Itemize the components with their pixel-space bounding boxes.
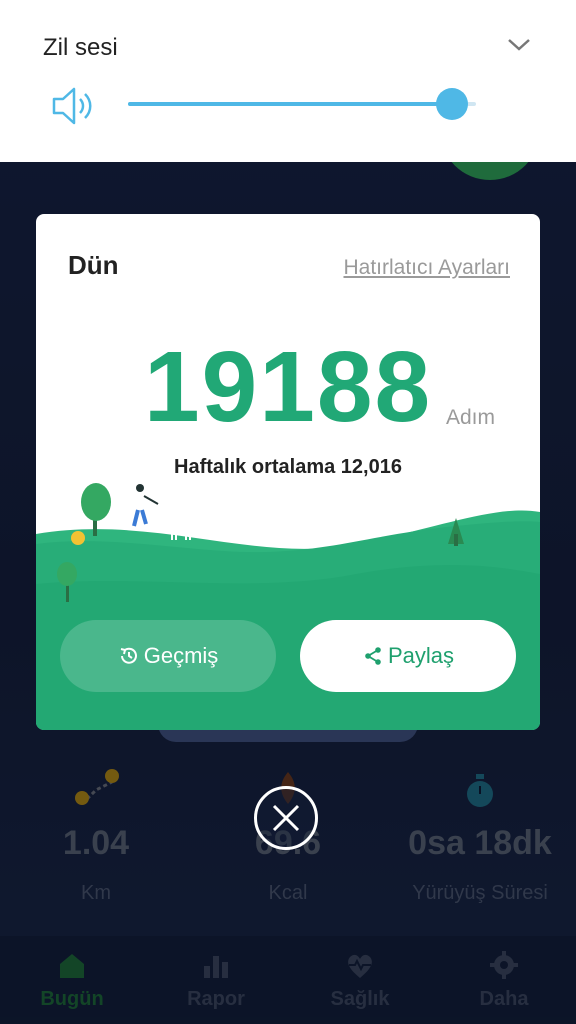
volume-slider-thumb[interactable] bbox=[435, 88, 468, 120]
history-button[interactable]: Geçmiş bbox=[60, 620, 276, 692]
close-icon bbox=[272, 804, 300, 832]
share-button-label: Paylaş bbox=[387, 643, 455, 668]
volume-panel: Zil sesi bbox=[0, 0, 576, 162]
step-unit: Adım bbox=[446, 406, 496, 429]
daily-summary-card: Dün Hatırlatıcı Ayarları 19188 Adım Haft… bbox=[36, 214, 540, 730]
volume-slider[interactable] bbox=[128, 88, 476, 120]
speaker-icon[interactable] bbox=[50, 84, 96, 128]
close-button[interactable] bbox=[254, 786, 318, 850]
volume-slider-fill bbox=[128, 102, 452, 106]
reminder-settings-link[interactable]: Hatırlatıcı Ayarları bbox=[343, 256, 510, 280]
share-button[interactable]: Paylaş bbox=[300, 620, 516, 692]
card-title: Dün bbox=[68, 250, 119, 280]
share-icon bbox=[365, 647, 381, 665]
history-button-label: Geçmiş bbox=[143, 643, 219, 668]
history-icon bbox=[120, 647, 137, 664]
step-count: 19188 bbox=[144, 331, 433, 443]
volume-title: Zil sesi bbox=[43, 34, 118, 61]
chevron-down-icon[interactable] bbox=[506, 36, 532, 54]
